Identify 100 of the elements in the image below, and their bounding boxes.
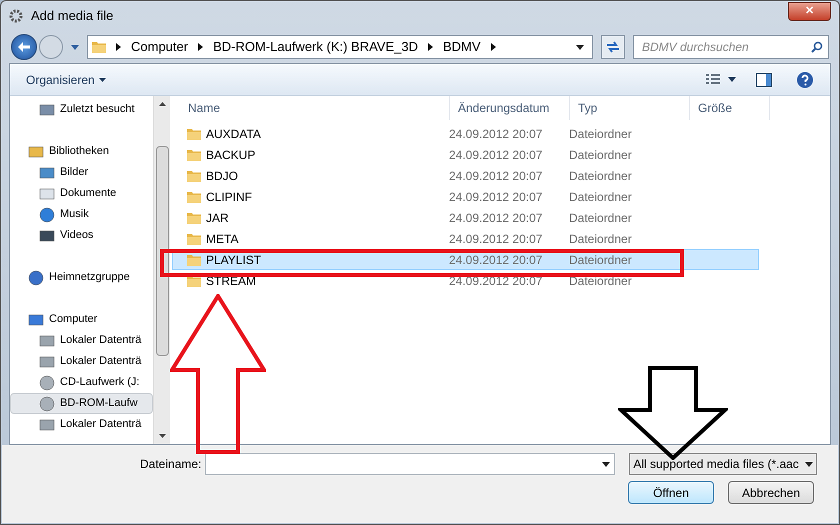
file-name: META bbox=[206, 230, 238, 248]
file-row[interactable]: STREAM 24.09.2012 20:07 Dateiordner bbox=[172, 270, 759, 291]
cancel-button[interactable]: Abbrechen bbox=[728, 481, 814, 504]
chevron-right-icon[interactable] bbox=[428, 43, 433, 51]
dropdown-icon bbox=[602, 462, 610, 466]
caret-icon bbox=[728, 77, 736, 82]
view-options-button[interactable] bbox=[706, 74, 736, 85]
date-cell-text: 24.09.2012 20:07 bbox=[449, 146, 544, 164]
cd-icon bbox=[39, 396, 55, 412]
left-arrow-icon bbox=[18, 42, 30, 52]
search-field[interactable]: BDMV durchsuchen bbox=[633, 35, 829, 59]
sidebar-item[interactable]: Computer bbox=[10, 309, 153, 330]
filename-field[interactable] bbox=[205, 453, 616, 475]
address-bar[interactable]: Computer BD-ROM-Laufwerk (K:) BRAVE_3D BDMV bbox=[87, 35, 593, 59]
library-icon bbox=[28, 144, 44, 160]
dropdown-icon[interactable] bbox=[576, 44, 584, 50]
file-name: AUXDATA bbox=[206, 126, 261, 142]
file-name: BACKUP bbox=[206, 146, 256, 164]
refresh-icon bbox=[606, 41, 620, 53]
sidebar-item[interactable]: Heimnetzgruppe bbox=[10, 267, 153, 288]
scrollbar[interactable] bbox=[153, 96, 170, 444]
sidebar-item[interactable]: Lokaler Datenträ bbox=[10, 351, 153, 372]
chevron-right-icon[interactable] bbox=[198, 43, 204, 51]
folder-icon bbox=[187, 212, 201, 224]
folder-icon bbox=[92, 41, 106, 53]
type-cell-text: Dateiordner bbox=[569, 230, 633, 248]
folder-icon bbox=[187, 170, 201, 182]
scroll-up-icon[interactable] bbox=[158, 102, 166, 106]
drive-icon bbox=[39, 332, 55, 348]
sidebar-item[interactable]: Zuletzt besucht bbox=[10, 99, 153, 120]
help-icon[interactable] bbox=[796, 70, 814, 88]
column-header[interactable]: Größe bbox=[690, 96, 770, 120]
scroll-down-icon[interactable] bbox=[158, 434, 166, 438]
type-cell-text: Dateiordner bbox=[569, 126, 633, 142]
scrollbar-thumb[interactable] bbox=[156, 146, 168, 356]
column-header[interactable]: Name bbox=[180, 96, 450, 120]
folder-icon bbox=[187, 232, 201, 244]
date-cell-text: 24.09.2012 20:07 bbox=[449, 126, 544, 142]
sidebar-item[interactable]: Videos bbox=[10, 225, 153, 246]
chevron-right-icon[interactable] bbox=[490, 43, 496, 51]
sidebar-item[interactable]: CD-Laufwerk (J: bbox=[10, 372, 153, 393]
column-header[interactable]: Änderungsdatum bbox=[450, 96, 570, 120]
sidebar-item[interactable]: BD-ROM-Laufw bbox=[10, 393, 153, 414]
file-type-dropdown[interactable]: All supported media files (*.aac bbox=[629, 453, 818, 475]
sidebar-item[interactable]: Bilder bbox=[10, 162, 153, 183]
type-cell-text: Dateiordner bbox=[569, 146, 633, 164]
type-cell-text: Dateiordner bbox=[569, 272, 633, 290]
file-row[interactable]: AUXDATA 24.09.2012 20:07 Dateiordner bbox=[172, 123, 759, 144]
file-row[interactable]: META 24.09.2012 20:07 Dateiordner bbox=[172, 228, 759, 249]
folder-icon bbox=[187, 128, 201, 140]
dropdown-icon bbox=[805, 462, 814, 466]
organize-button[interactable]: Organisieren bbox=[26, 70, 106, 88]
date-cell-text: 24.09.2012 20:07 bbox=[449, 168, 544, 184]
network-icon bbox=[28, 270, 44, 286]
cd-icon bbox=[39, 374, 55, 390]
folder-icon bbox=[187, 148, 201, 160]
preview-pane-icon[interactable] bbox=[756, 72, 772, 86]
sidebar-item[interactable]: Bibliotheken bbox=[10, 141, 153, 162]
sidebar-item[interactable]: Lokaler Datenträ bbox=[10, 330, 153, 351]
date-cell-text: 24.09.2012 20:07 bbox=[449, 272, 544, 290]
chevron-right-icon[interactable] bbox=[116, 43, 121, 51]
sidebar-item[interactable]: Musik bbox=[10, 204, 153, 225]
refresh-button[interactable] bbox=[601, 35, 625, 59]
breadcrumb[interactable]: BDMV bbox=[443, 37, 481, 57]
search-icon bbox=[811, 41, 823, 53]
file-name: CLIPINF bbox=[206, 188, 252, 206]
file-name: STREAM bbox=[206, 272, 256, 290]
file-row[interactable]: JAR 24.09.2012 20:07 Dateiordner bbox=[172, 207, 759, 228]
column-header[interactable]: Typ bbox=[570, 96, 690, 120]
open-button[interactable]: Öffnen bbox=[628, 481, 714, 504]
list-view-icon bbox=[706, 74, 720, 85]
filename-label: Dateiname: bbox=[140, 456, 202, 473]
file-name: PLAYLIST bbox=[206, 252, 262, 268]
videos-icon bbox=[39, 228, 55, 244]
music-icon bbox=[39, 206, 55, 222]
file-row[interactable]: BDJO 24.09.2012 20:07 Dateiordner bbox=[172, 165, 759, 186]
drive-icon bbox=[39, 416, 55, 432]
sidebar-item[interactable]: Lokaler Datenträ bbox=[10, 414, 153, 435]
date-cell-text: 24.09.2012 20:07 bbox=[449, 188, 544, 206]
caret-icon bbox=[98, 78, 106, 82]
pictures-icon bbox=[39, 164, 55, 180]
date-cell-text: 24.09.2012 20:07 bbox=[449, 252, 544, 268]
back-button[interactable] bbox=[11, 34, 37, 60]
folder-icon bbox=[187, 254, 201, 266]
file-name: JAR bbox=[206, 210, 229, 226]
file-row[interactable]: BACKUP 24.09.2012 20:07 Dateiordner bbox=[172, 144, 759, 165]
sidebar-item[interactable]: Dokumente bbox=[10, 183, 153, 204]
breadcrumb[interactable]: BD-ROM-Laufwerk (K:) BRAVE_3D bbox=[213, 37, 418, 57]
type-cell-text: Dateiordner bbox=[569, 210, 633, 226]
window-title: Add media file bbox=[31, 7, 114, 26]
date-cell-text: 24.09.2012 20:07 bbox=[449, 210, 544, 226]
drive-icon bbox=[39, 354, 55, 370]
documents-icon bbox=[39, 186, 55, 202]
caret-icon bbox=[71, 44, 79, 50]
date-cell-text: 24.09.2012 20:07 bbox=[449, 230, 544, 248]
computer-icon bbox=[28, 312, 44, 328]
breadcrumb[interactable]: Computer bbox=[131, 37, 188, 57]
file-row[interactable]: CLIPINF 24.09.2012 20:07 Dateiordner bbox=[172, 186, 759, 207]
folder-icon bbox=[187, 190, 201, 202]
type-cell-text: Dateiordner bbox=[569, 188, 633, 206]
